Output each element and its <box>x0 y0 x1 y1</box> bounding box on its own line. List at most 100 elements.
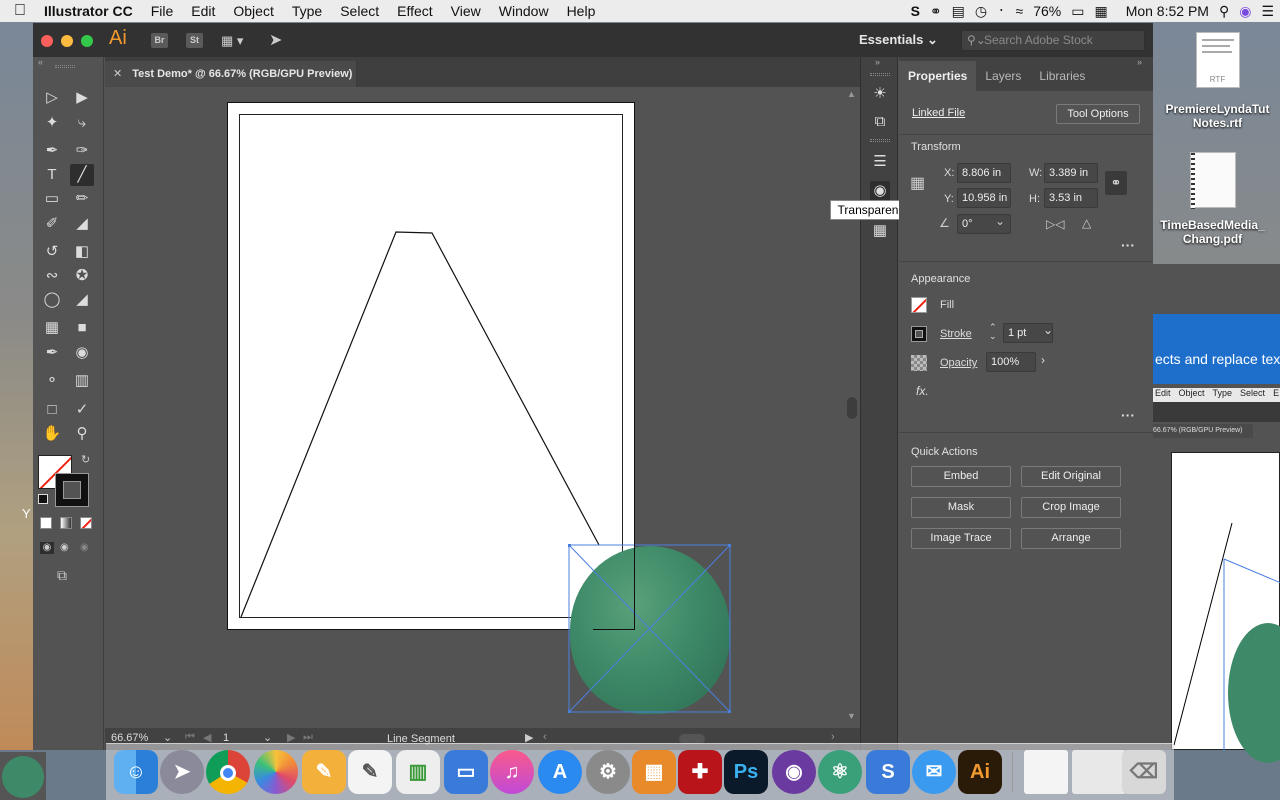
dock-grip[interactable] <box>870 73 890 76</box>
crop-image-button[interactable]: Crop Image <box>1021 497 1121 518</box>
symbol-sprayer-tool-icon[interactable]: ⚬ <box>40 370 64 392</box>
arrange-documents-icon[interactable]: ▦ ▾ <box>221 33 243 49</box>
itunes-icon[interactable]: ♫ <box>490 750 534 794</box>
s-app-icon[interactable]: S <box>911 0 920 22</box>
menu-app-name[interactable]: Illustrator CC <box>35 3 142 19</box>
menu-type[interactable]: Type <box>283 3 331 19</box>
apple-icon[interactable]:  <box>0 2 35 20</box>
s-app-dock-icon[interactable]: S <box>866 750 910 794</box>
illustrator-dock-icon[interactable]: Ai <box>958 750 1002 794</box>
photos-icon[interactable] <box>254 750 298 794</box>
rectangle-tool-icon[interactable]: ▭ <box>40 188 64 210</box>
type-tool-icon[interactable]: T <box>40 164 64 186</box>
search-adobe-stock-input[interactable]: ⚲⌄ Search Adobe Stock <box>961 30 1145 51</box>
draw-normal-icon[interactable]: ◉ <box>40 542 54 554</box>
keynote-icon[interactable]: ▭ <box>444 750 488 794</box>
battery-icon[interactable]: ▭ <box>1071 0 1084 22</box>
dock-grip-2[interactable] <box>870 139 890 142</box>
width-tool-icon[interactable]: ∾ <box>40 265 64 287</box>
vertical-scrollbar[interactable]: ▲ ▼ <box>844 87 860 727</box>
desktop-stack-icon[interactable] <box>1072 750 1126 794</box>
scroll-thumb[interactable] <box>847 397 857 419</box>
calculator-icon[interactable]: ▦ <box>632 750 676 794</box>
line-segment-tool-icon[interactable]: ╱ <box>70 164 94 186</box>
shaper-tool-icon[interactable]: ✐ <box>40 213 64 235</box>
bluetooth-icon[interactable]: ᛫ <box>997 0 1005 22</box>
tab-layers[interactable]: Layers <box>976 61 1030 91</box>
appearance-more-options-icon[interactable]: ··· <box>1121 407 1135 423</box>
acrobat-icon[interactable]: ✚ <box>678 750 722 794</box>
selection-tool-icon[interactable]: ▷ <box>40 87 64 109</box>
panel-grip[interactable] <box>55 65 75 68</box>
background-window-snippet[interactable]: ects and replace text Edit Object Type S… <box>1153 264 1280 763</box>
stroke-label[interactable]: Stroke <box>940 328 972 340</box>
hand-tool-icon[interactable]: ✋ <box>40 423 64 445</box>
flip-horizontal-icon[interactable]: ▷◁ <box>1046 217 1064 231</box>
minimize-window-button[interactable] <box>61 35 73 47</box>
launchpad-icon[interactable]: ➤ <box>160 750 204 794</box>
calendar-icon[interactable]: ▦ <box>1094 0 1107 22</box>
desktop-file-rtf[interactable]: RTF PremiereLyndaTut Notes.rtf <box>1160 30 1275 140</box>
rotate-tool-icon[interactable]: ↺ <box>40 241 64 263</box>
magic-wand-tool-icon[interactable]: ✦ <box>40 112 64 134</box>
draw-inside-icon[interactable]: ◉ <box>80 542 89 553</box>
trash-icon[interactable]: ⌫ <box>1122 750 1166 794</box>
gradient-tool-icon[interactable]: ■ <box>70 317 94 339</box>
color-mode-button[interactable] <box>40 517 52 529</box>
fill-none-swatch[interactable] <box>911 297 927 313</box>
y-field[interactable]: 10.958 in <box>957 188 1011 208</box>
blend-tool-icon[interactable]: ◉ <box>70 342 94 364</box>
flip-vertical-icon[interactable]: △ <box>1082 216 1091 230</box>
swap-fill-stroke-icon[interactable]: ↻ <box>81 453 90 466</box>
opacity-arrow-icon[interactable]: › <box>1041 353 1045 367</box>
slice-tool-icon[interactable]: ✓ <box>70 399 94 421</box>
menu-edit[interactable]: Edit <box>182 3 224 19</box>
close-tab-icon[interactable]: ✕ <box>113 68 122 80</box>
shape-builder-tool-icon[interactable]: ◯ <box>40 289 64 311</box>
document-tab[interactable]: ✕ Test Demo* @ 66.67% (RGB/GPU Preview) <box>105 61 357 87</box>
curvature-tool-icon[interactable]: ✑ <box>70 140 94 162</box>
time-machine-icon[interactable]: ◷ <box>975 0 987 22</box>
fx-effects-icon[interactable]: fx. <box>916 384 929 398</box>
downloads-stack-icon[interactable] <box>1024 750 1068 794</box>
photoshop-icon[interactable]: Ps <box>724 750 768 794</box>
embed-button[interactable]: Embed <box>911 466 1011 487</box>
mask-button[interactable]: Mask <box>911 497 1011 518</box>
tool-options-button[interactable]: Tool Options <box>1056 104 1140 124</box>
stroke-stepper-icon[interactable]: ⌃ ⌄ <box>989 323 997 341</box>
screen-mode-icon[interactable]: ⧉ <box>57 567 67 584</box>
menu-effect[interactable]: Effect <box>388 3 442 19</box>
x-field[interactable]: 8.806 in <box>957 163 1011 183</box>
default-fill-stroke-icon[interactable] <box>38 494 48 504</box>
messages-icon[interactable]: ✉ <box>912 750 956 794</box>
column-graph-tool-icon[interactable]: ▥ <box>70 370 94 392</box>
chrome-icon[interactable] <box>206 750 250 794</box>
textedit-icon[interactable]: ✎ <box>348 750 392 794</box>
horizontal-scroll-left-icon[interactable]: ‹ <box>543 731 547 743</box>
none-mode-button[interactable] <box>80 517 92 529</box>
image-trace-button[interactable]: Image Trace <box>911 528 1011 549</box>
numbers-icon[interactable]: ▥ <box>396 750 440 794</box>
linked-file-link[interactable]: Linked File <box>912 107 965 119</box>
tab-libraries[interactable]: Libraries <box>1030 61 1094 91</box>
menu-file[interactable]: File <box>142 3 183 19</box>
spotlight-icon[interactable]: ⚲ <box>1219 0 1229 22</box>
stroke-swatch[interactable] <box>55 473 89 507</box>
stroke-weight-dropdown-icon[interactable]: ⌄ <box>1043 323 1053 337</box>
maximize-window-button[interactable] <box>81 35 93 47</box>
brightness-panel-icon[interactable]: ☀ <box>870 84 890 104</box>
paintbrush-tool-icon[interactable]: ✏ <box>70 188 94 210</box>
pen-tool-icon[interactable]: ✒ <box>40 140 64 162</box>
stroke-panel-icon[interactable]: ☰ <box>870 152 890 172</box>
menu-select[interactable]: Select <box>331 3 388 19</box>
desktop-file-pdf[interactable]: TimeBasedMedia_ Chang.pdf <box>1150 150 1275 260</box>
puppet-warp-tool-icon[interactable]: ✪ <box>70 265 94 287</box>
mesh-tool-icon[interactable]: ▦ <box>40 317 64 339</box>
stroke-swatch-small[interactable] <box>911 326 927 342</box>
scroll-down-icon[interactable]: ▼ <box>847 711 856 721</box>
stock-button[interactable]: St <box>186 33 203 48</box>
github-icon[interactable]: ◉ <box>772 750 816 794</box>
lasso-tool-icon[interactable]: ⤷ <box>70 112 94 134</box>
perspective-grid-tool-icon[interactable]: ◢ <box>70 289 94 311</box>
eyedropper-tool-icon[interactable]: ✒ <box>40 342 64 364</box>
